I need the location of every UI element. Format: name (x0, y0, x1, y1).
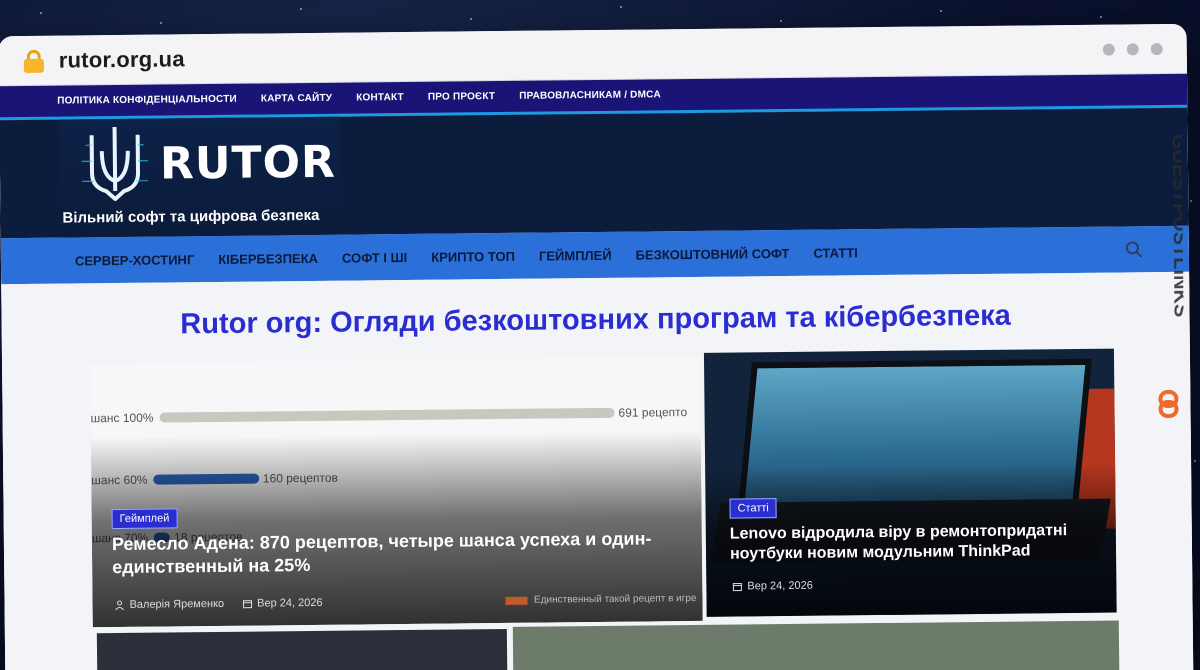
nav-hosting[interactable]: СЕРВЕР-ХОСТИНГ (75, 252, 194, 268)
search-icon[interactable] (1125, 240, 1143, 258)
url-text[interactable]: rutor.org.ua (59, 46, 185, 73)
topnav-contact[interactable]: КОНТАКТ (356, 92, 404, 103)
nav-crypto[interactable]: КРИПТО ТОП (431, 248, 515, 264)
topnav-about[interactable]: ПРО ПРОЄКТ (428, 91, 495, 103)
nav-gameplay[interactable]: ГЕЙМПЛЕЙ (539, 247, 612, 263)
featured-card-chart-image: шанс 100%691 рецептошанс 60%160 рецептов… (90, 357, 700, 545)
featured-article-card[interactable]: шанс 100%691 рецептошанс 60%160 рецептов… (90, 356, 703, 628)
article-date: Вер 24, 2026 (747, 579, 813, 593)
chart-legend: Единственный такой рецепт в игре (505, 592, 697, 606)
chart-row-label: шанс 100% (90, 410, 154, 426)
site-header: RUTOR Вільний софт та цифрова безпека (0, 107, 1189, 239)
window-dot-icon[interactable] (1102, 43, 1115, 56)
watermark-logo-icon: GUESTPOSTLINKS (1158, 134, 1185, 419)
author-name[interactable]: Валерія Яременко (129, 598, 224, 611)
date-meta: Вер 24, 2026 (242, 597, 323, 610)
second-article-meta: Вер 24, 2026 (732, 580, 813, 593)
second-article-card[interactable]: Статті Lenovo відродила віру в ремонтопр… (703, 348, 1117, 617)
second-article-title[interactable]: Lenovo відродила віру в ремонтопридатні … (730, 521, 1100, 565)
website: ПОЛІТИКА КОНФІДЕНЦІАЛЬНОСТИ КАРТА САЙТУ … (0, 73, 1194, 670)
site-tagline: Вільний софт та цифрова безпека (62, 206, 320, 227)
nav-software-ai[interactable]: СОФТ І ШІ (342, 249, 407, 265)
topnav-dmca[interactable]: ПРАВОВЛАСНИКАМ / DMCA (519, 89, 661, 101)
lock-icon (23, 49, 45, 73)
topnav-privacy[interactable]: ПОЛІТИКА КОНФІДЕНЦІАЛЬНОСТИ (57, 94, 237, 107)
window-dot-icon[interactable] (1126, 42, 1139, 55)
featured-grid: шанс 100%691 рецептошанс 60%160 рецептов… (90, 348, 1120, 670)
logo-wordmark: RUTOR (159, 136, 337, 190)
topnav-sitemap[interactable]: КАРТА САЙТУ (261, 93, 332, 105)
category-badge[interactable]: Геймплей (111, 508, 178, 530)
chart-row: шанс 100% 691 рецепто (91, 405, 688, 425)
nav-cybersecurity[interactable]: КІБЕРБЕЗПЕКА (218, 250, 318, 266)
window-controls (1102, 42, 1163, 56)
category-badge[interactable]: Статті (729, 498, 777, 519)
chart-legend-text: Единственный такой рецепт в игре (533, 592, 697, 606)
calendar-icon (242, 600, 252, 609)
nav-articles[interactable]: СТАТТІ (813, 245, 858, 260)
page-title: Rutor org: Огляди безкоштовних програм т… (180, 299, 1012, 341)
chart-value-label: 691 рецепто (618, 405, 688, 420)
window-dot-icon[interactable] (1150, 42, 1163, 55)
featured-article-title[interactable]: Ремесло Адена: 870 рецептов, четыре шанс… (112, 527, 682, 578)
legend-swatch (505, 596, 529, 605)
calendar-icon (732, 582, 742, 592)
featured-article-meta: Валерія Яременко Вер 24, 2026 (114, 597, 323, 611)
date-meta: Вер 24, 2026 (732, 580, 813, 593)
main-content: Rutor org: Огляди безкоштовних програм т… (1, 271, 1194, 670)
article-card-thumbnail[interactable] (96, 628, 508, 670)
author-meta: Валерія Яременко (114, 598, 224, 611)
trident-icon (81, 127, 149, 202)
browser-window: rutor.org.ua ПОЛІТИКА КОНФІДЕНЦІАЛЬНОСТИ… (0, 23, 1194, 670)
article-card-thumbnail[interactable] (512, 620, 1120, 670)
article-date: Вер 24, 2026 (257, 596, 323, 610)
nav-free-software[interactable]: БЕЗКОШТОВНИЙ СОФТ (636, 245, 790, 262)
user-icon (115, 600, 124, 611)
chart-bar (159, 407, 615, 423)
